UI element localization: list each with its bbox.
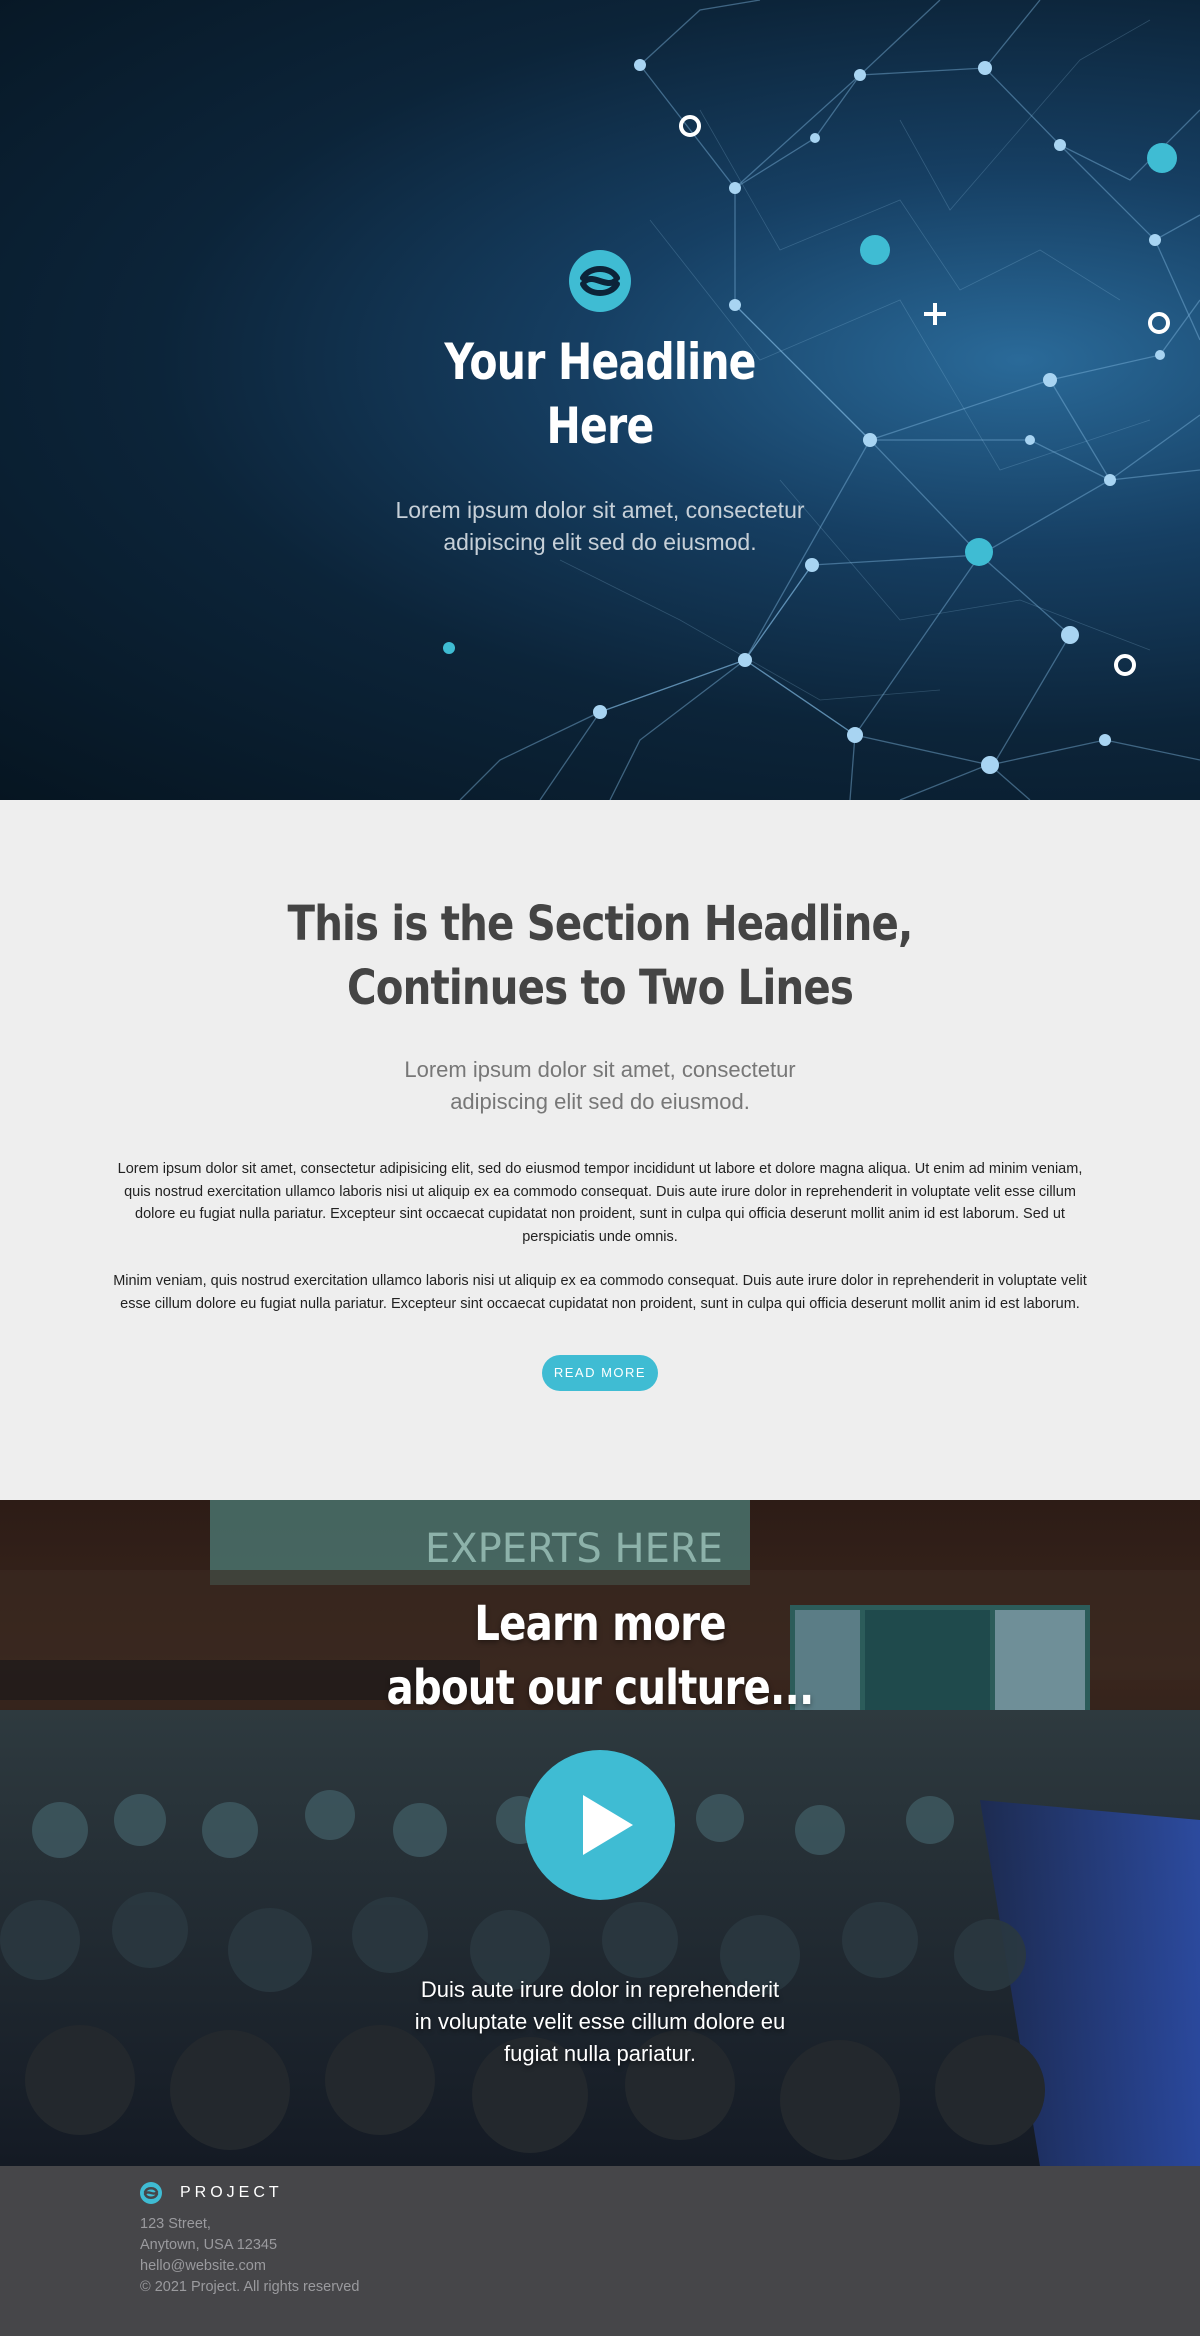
video-subtitle: Duis aute irure dolor in reprehenderit i… (0, 1974, 1200, 2070)
body-paragraph-2: Minim veniam, quis nostrud exercitation … (113, 1273, 1087, 1312)
video-subtitle-line-3: fugiat nulla pariatur. (503, 2041, 697, 2066)
section-headline: This is the Section Headline, Continues … (96, 892, 1104, 1020)
video-subtitle-line-2: in voluptate velit esse cillum dolore eu (414, 2009, 786, 2034)
copyright-text: © 2021 Project. All rights reserved (140, 2279, 360, 2295)
hero-headline: Your Headline Here (108, 330, 1092, 458)
video-headline-line-2: about our culture... (386, 1660, 815, 1716)
video-subtitle-line-1: Duis aute irure dolor in reprehenderit (420, 1977, 780, 2002)
hero-subtitle: Lorem ipsum dolor sit amet, consectetur … (380, 494, 820, 558)
hero-subtitle-line-2: adipiscing elit sed do eiusmod. (443, 529, 757, 555)
hero-content: Your Headline Here Lorem ipsum dolor sit… (0, 250, 1200, 558)
section-subtitle-line-1: Lorem ipsum dolor sit amet, consectetur (404, 1057, 796, 1082)
section-subtitle-line-2: adipiscing elit sed do eiusmod. (450, 1089, 750, 1114)
read-more-button[interactable]: READ MORE (542, 1355, 658, 1391)
video-headline: Learn more about our culture... (96, 1592, 1104, 1720)
brand-logo-icon (569, 250, 631, 312)
footer-email-link[interactable]: hello@website.com (140, 2256, 1200, 2277)
section-subtitle: Lorem ipsum dolor sit amet, consectetur … (0, 1054, 1200, 1118)
hero-section: Your Headline Here Lorem ipsum dolor sit… (0, 0, 1200, 800)
section-headline-line-1: This is the Section Headline, (287, 896, 914, 952)
section-headline-line-2: Continues to Two Lines (346, 960, 854, 1016)
footer-brand[interactable]: PROJECT (140, 2182, 1200, 2204)
play-icon (583, 1795, 633, 1855)
footer-brand-name: PROJECT (180, 2184, 283, 2201)
hero-headline-line-1: Your Headline (444, 333, 756, 391)
address-city: Anytown, USA 12345 (140, 2237, 278, 2253)
body-paragraph-1: Lorem ipsum dolor sit amet, consectetur … (117, 1161, 1083, 1245)
hero-headline-line-2: Here (546, 397, 655, 455)
hero-subtitle-line-1: Lorem ipsum dolor sit amet, consectetur (395, 497, 805, 523)
brand-logo-icon (140, 2182, 162, 2204)
footer: PROJECT 123 Street, Anytown, USA 12345 h… (0, 2166, 1200, 2336)
play-video-button[interactable] (525, 1750, 675, 1900)
address-street: 123 Street, (140, 2216, 211, 2232)
footer-address: 123 Street, Anytown, USA 12345 hello@web… (140, 2214, 1200, 2298)
video-content: Learn more about our culture... Duis aut… (0, 1592, 1200, 2092)
video-headline-line-1: Learn more (474, 1596, 726, 1652)
banner-text: EXPERTS HERE (425, 1526, 723, 1572)
content-section: This is the Section Headline, Continues … (0, 800, 1200, 1500)
video-section: EXPERTS HERE Learn more about our cultur… (0, 1500, 1200, 2166)
